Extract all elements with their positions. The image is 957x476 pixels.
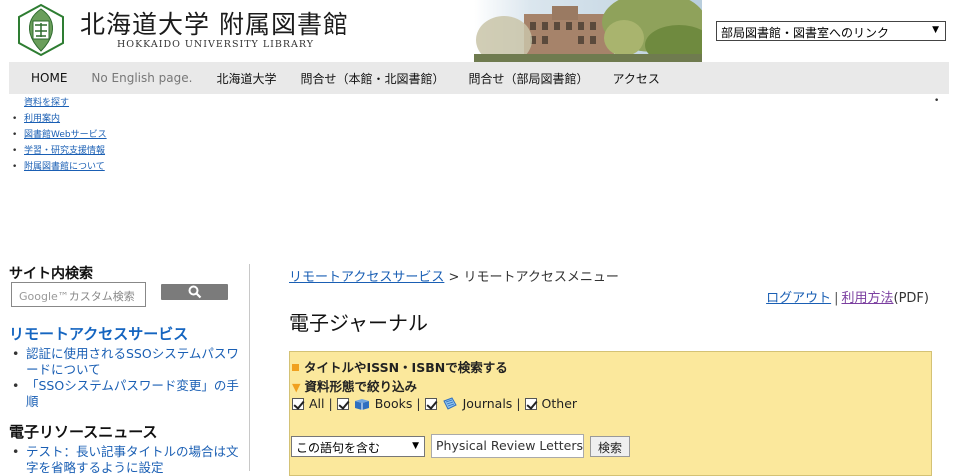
page-title: 電子ジャーナル <box>289 311 428 335</box>
match-mode-select[interactable]: この語句を含む ▼ <box>291 435 425 457</box>
remote-link-sso-change[interactable]: 「SSOシステムパスワード変更」の手順 <box>9 378 239 410</box>
sitemap-link-research-support[interactable]: 学習・研究支援情報 <box>24 146 105 156</box>
list-item: 図書館Webサービス <box>12 127 107 143</box>
site-subtitle: HOKKAIDO UNIVERSITY LIBRARY <box>117 39 315 50</box>
university-emblem-icon[interactable] <box>14 3 68 57</box>
eresource-news-links: テスト：長い記事タイトルの場合は文字を省略するように設定 <box>9 444 239 476</box>
logout-link[interactable]: ログアウト <box>766 291 831 306</box>
filter-separator: | <box>516 396 521 411</box>
sitemap-link-search[interactable]: 資料を探す <box>24 98 69 108</box>
sidebar: サイト内検索 Google™カスタム検索 リモートアクセスサービス 認証に使用さ… <box>9 263 239 475</box>
filter-books-label: Books <box>374 396 413 411</box>
department-library-select[interactable]: 部局図書館・図書室へのリンク ▼ <box>716 21 946 41</box>
title-search-heading: タイトルやISSN・ISBNで検索する <box>290 357 508 376</box>
remote-link-sso-password[interactable]: 認証に使用されるSSOシステムパスワードについて <box>9 346 239 378</box>
checkbox-journals[interactable] <box>424 397 437 410</box>
ejournal-search-panel: タイトルやISSN・ISBNで検索する ▼ 資料形態で絞り込み All | Boo… <box>289 351 932 476</box>
campus-photo <box>474 0 702 62</box>
filter-journals-label: Journals <box>462 396 513 411</box>
google-brand-text: Google™ <box>19 290 69 303</box>
breadcrumb-current: リモートアクセスメニュー <box>463 270 619 285</box>
column-divider <box>249 264 250 471</box>
filter-heading-text: 資料形態で絞り込み <box>304 379 417 394</box>
sitemap-link-guide[interactable]: 利用案内 <box>24 114 60 124</box>
remote-access-links: 認証に使用されるSSOシステムパスワードについて 「SSOシステムパスワード変更… <box>9 346 239 410</box>
title-search-heading-text: タイトルやISSN・ISBNで検索する <box>304 360 508 375</box>
site-title[interactable]: 北海道大学 附属図書館 <box>80 5 349 41</box>
magnifier-icon <box>188 285 202 299</box>
usage-guide-suffix: (PDF) <box>893 291 929 306</box>
square-bullet-icon <box>292 364 299 371</box>
remote-access-section: リモートアクセスサービス 認証に使用されるSSOシステムパスワードについて 「S… <box>9 323 239 410</box>
triangle-down-icon: ▼ <box>292 381 301 394</box>
dropdown-arrow-icon: ▼ <box>932 25 939 35</box>
site-search-placeholder: カスタム検索 <box>68 290 135 303</box>
book-icon <box>354 398 369 410</box>
nav-contact-main[interactable]: 問合せ（本館・北図書館） <box>300 70 444 87</box>
site-header: 北海道大学 附属図書館 HOKKAIDO UNIVERSITY LIBRARY … <box>0 0 957 62</box>
breadcrumb: リモートアクセスサービス > リモートアクセスメニュー <box>289 266 619 285</box>
sitemap-link-about[interactable]: 附属図書館について <box>24 162 105 172</box>
match-mode-value: この語句を含む <box>296 440 381 455</box>
news-link[interactable]: テスト：長い記事タイトルの場合は文字を省略するように設定 <box>9 444 239 476</box>
filter-other-label: Other <box>541 396 578 411</box>
department-library-select-value: 部局図書館・図書室へのリンク <box>721 26 890 40</box>
global-nav: HOME No English page. 北海道大学 問合せ（本館・北図書館）… <box>9 62 949 94</box>
usage-guide-link[interactable]: 利用方法 <box>842 291 894 306</box>
search-button[interactable]: 検索 <box>590 435 631 457</box>
bullet-dot: • <box>934 96 940 106</box>
sitemap-list: 資料を探す 利用案内 図書館Webサービス 学習・研究支援情報 附属図書館につい… <box>10 95 107 175</box>
filter-all-label: All <box>309 396 325 411</box>
sitemap-link-web-services[interactable]: 図書館Webサービス <box>24 130 107 140</box>
nav-hokkaido-university[interactable]: 北海道大学 <box>216 70 276 87</box>
filter-separator: | <box>416 396 421 411</box>
journal-icon <box>442 396 457 410</box>
nav-home[interactable]: HOME <box>31 71 67 85</box>
breadcrumb-remote-access[interactable]: リモートアクセスサービス <box>289 270 444 285</box>
checkbox-all[interactable] <box>292 397 304 410</box>
checkbox-other[interactable] <box>524 397 537 410</box>
nav-contact-departments[interactable]: 問合せ（部局図書館） <box>469 70 589 87</box>
checkbox-books[interactable] <box>336 397 349 410</box>
site-search-input[interactable]: Google™カスタム検索 <box>11 282 146 307</box>
filter-separator: | <box>328 396 333 411</box>
site-search-heading: サイト内検索 <box>9 266 93 282</box>
eresource-news-section: 電子リソースニュース テスト：長い記事タイトルの場合は文字を省略するように設定 <box>9 421 239 476</box>
list-item: 附属図書館について <box>12 159 107 175</box>
link-separator: | <box>834 291 839 306</box>
breadcrumb-separator: > <box>444 270 464 285</box>
dropdown-arrow-icon: ▼ <box>412 440 419 451</box>
list-item: 利用案内 <box>12 111 107 127</box>
nav-no-english: No English page. <box>91 71 193 85</box>
remote-access-heading[interactable]: リモートアクセスサービス <box>9 323 239 344</box>
eresource-news-heading: 電子リソースニュース <box>9 423 158 441</box>
list-item: 学習・研究支援情報 <box>12 143 107 159</box>
nav-access[interactable]: アクセス <box>613 70 660 87</box>
list-item: 資料を探す <box>24 95 107 111</box>
account-links: ログアウト | 利用方法(PDF) <box>766 287 929 306</box>
filter-heading[interactable]: ▼ 資料形態で絞り込み <box>290 376 417 395</box>
material-type-filters: All | Books | Journals | Other <box>292 396 577 411</box>
site-search-button[interactable] <box>161 284 228 300</box>
query-row: この語句を含む ▼ Physical Review Letters 検索 <box>291 434 631 458</box>
query-input[interactable]: Physical Review Letters <box>431 434 584 458</box>
